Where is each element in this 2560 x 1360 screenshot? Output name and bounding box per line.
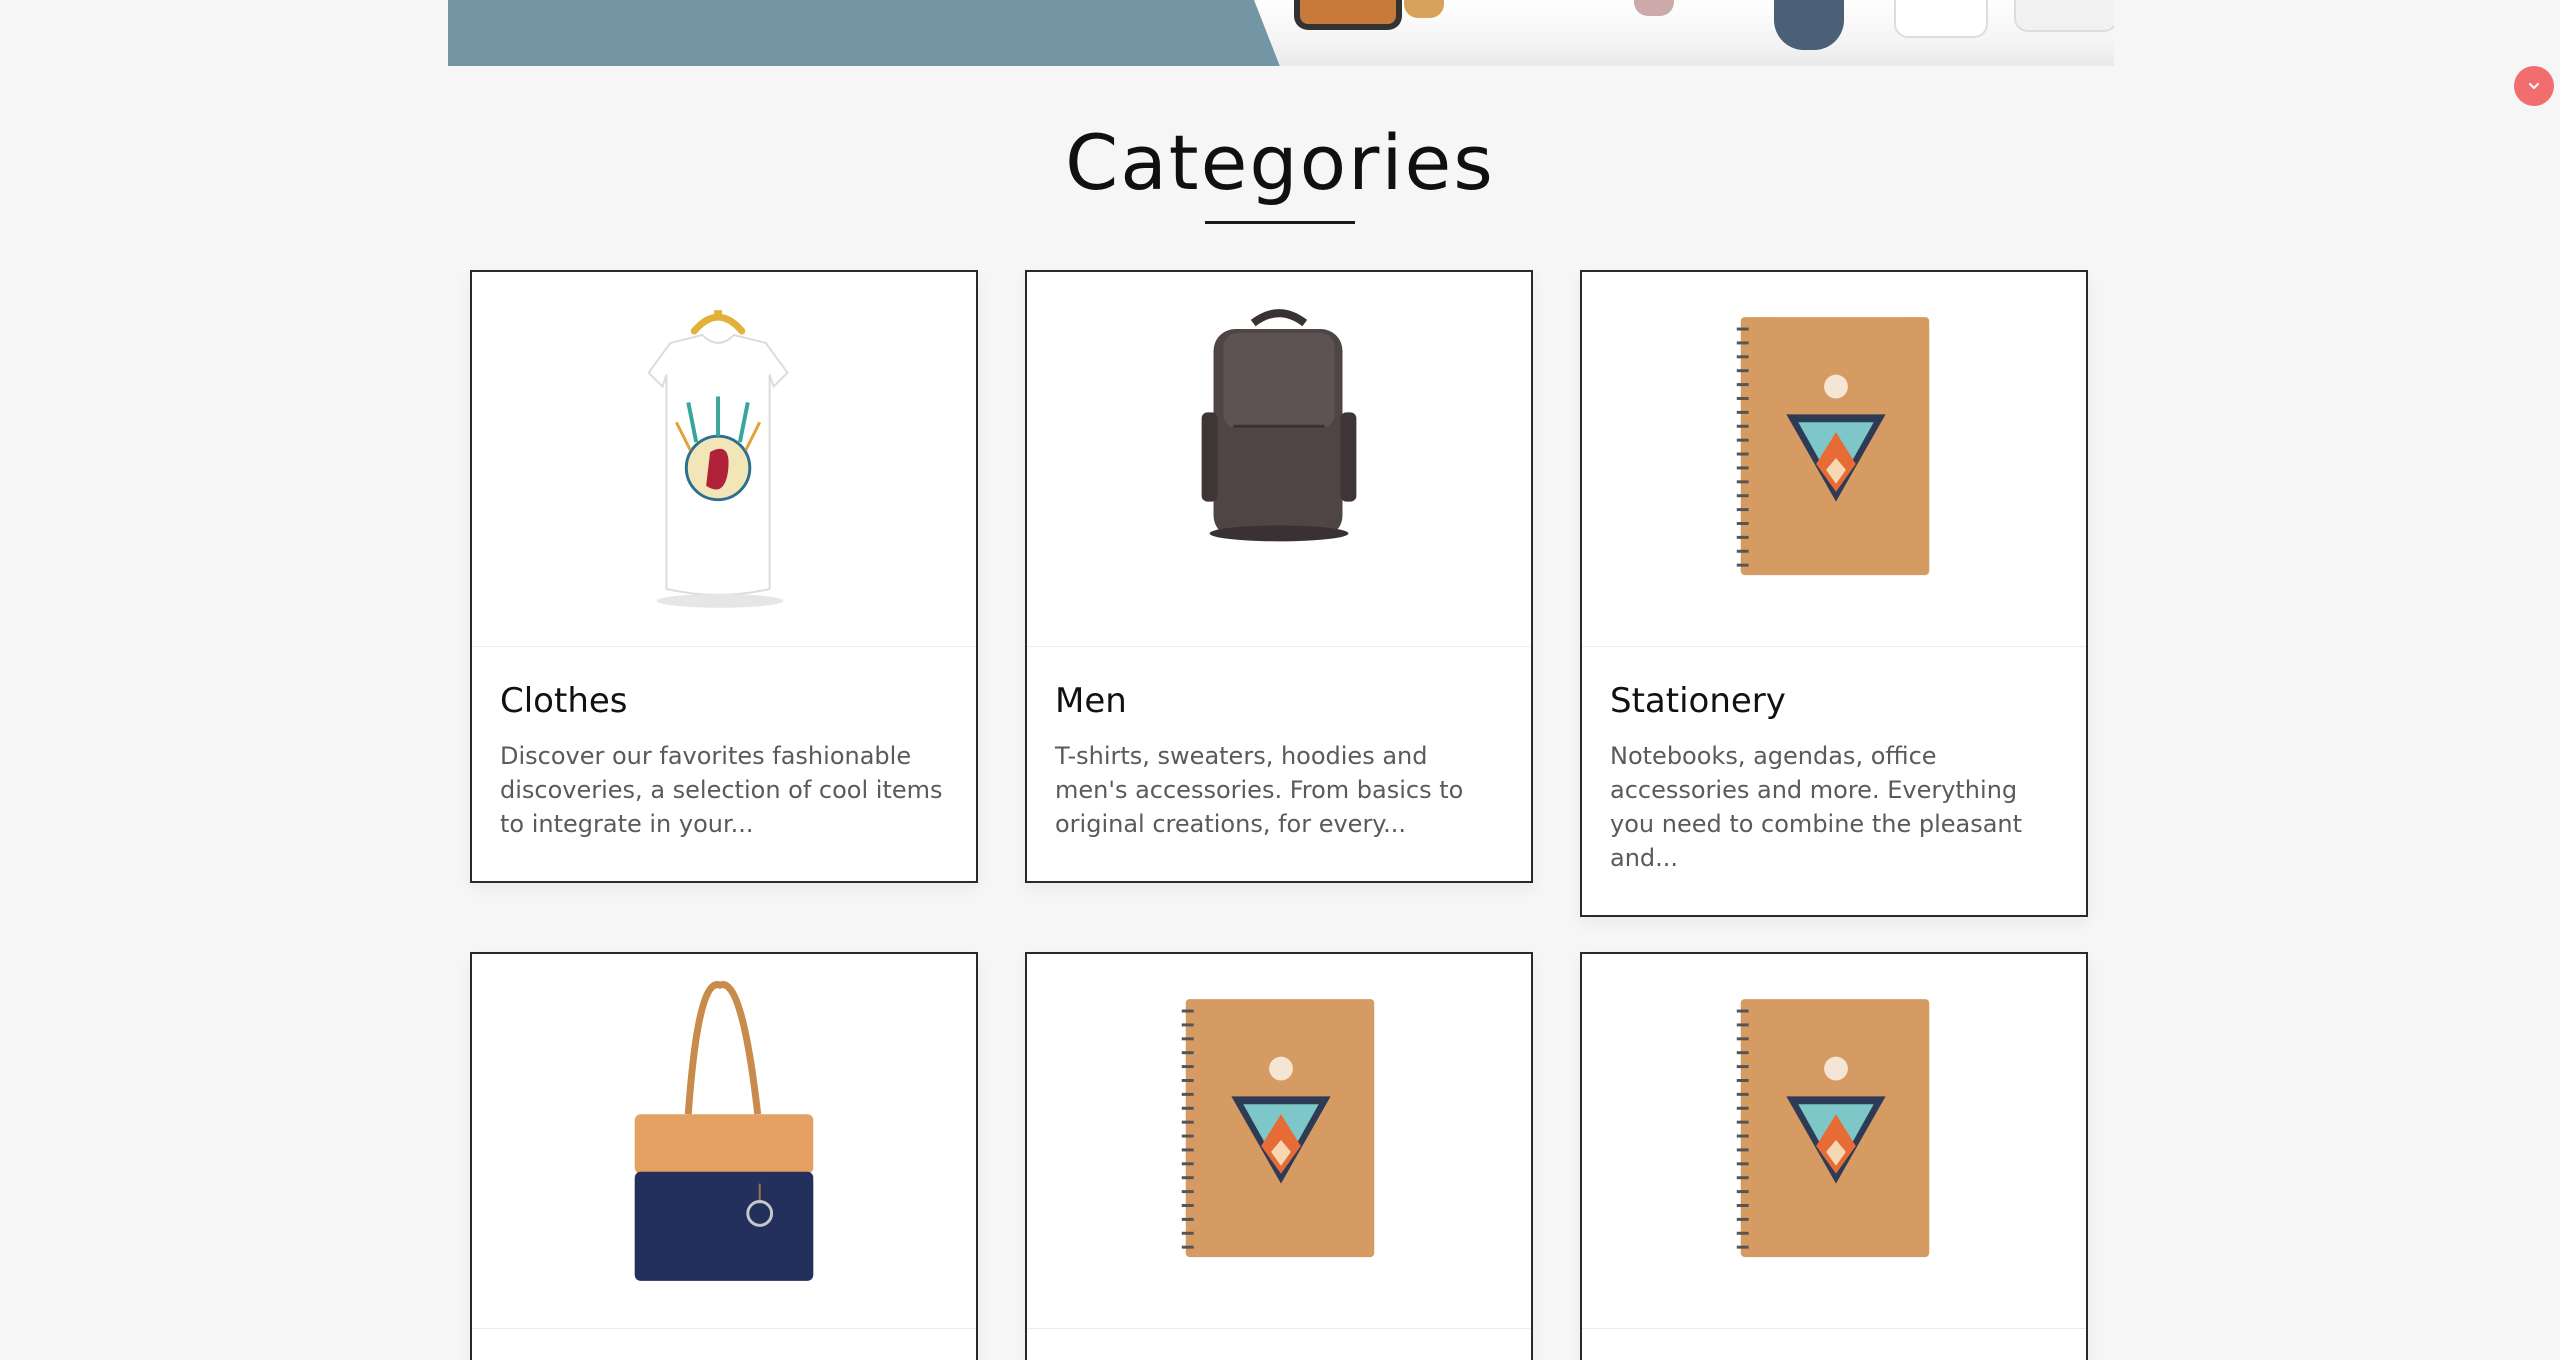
category-card-5[interactable] bbox=[1025, 952, 1533, 1360]
card-title[interactable]: Stationery bbox=[1610, 681, 2058, 721]
card-description: Discover our favorites fashionable disco… bbox=[500, 742, 943, 838]
card-description: Notebooks, agendas, office accessories a… bbox=[1610, 742, 2023, 872]
backpack-image bbox=[1201, 309, 1357, 542]
card-title[interactable]: Clothes bbox=[500, 681, 948, 721]
category-card-6[interactable] bbox=[1580, 952, 2088, 1360]
notebook-image bbox=[1736, 999, 1930, 1258]
category-card-stationery[interactable]: Stationery Notebooks, agendas, office ac… bbox=[1580, 270, 2088, 917]
category-image-notebook[interactable] bbox=[1027, 954, 1531, 1329]
hero-shelf-image bbox=[1254, 0, 2114, 66]
card-body bbox=[1027, 1329, 1531, 1360]
page: Categories Clothes Discover our favorite… bbox=[0, 0, 2560, 1360]
scroll-down-button[interactable] bbox=[2514, 66, 2554, 106]
card-title[interactable]: Men bbox=[1055, 681, 1503, 721]
card-body: Men T-shirts, sweaters, hoodies and men'… bbox=[1027, 647, 1531, 881]
category-card-4[interactable] bbox=[470, 952, 978, 1360]
card-body bbox=[1582, 1329, 2086, 1360]
section-title: Categories bbox=[1065, 118, 1495, 207]
category-image-backpack[interactable] bbox=[1027, 272, 1531, 647]
title-underline bbox=[1205, 221, 1355, 224]
card-description: T-shirts, sweaters, hoodies and men's ac… bbox=[1055, 742, 1464, 838]
category-card-clothes[interactable]: Clothes Discover our favorites fashionab… bbox=[470, 270, 978, 883]
notebook-image bbox=[1736, 317, 1930, 576]
hero-banner bbox=[448, 0, 2114, 66]
category-image-notebook[interactable] bbox=[1582, 954, 2086, 1329]
category-image-notebook[interactable] bbox=[1582, 272, 2086, 647]
card-body bbox=[472, 1329, 976, 1360]
chevron-down-icon bbox=[2529, 83, 2539, 89]
category-card-men[interactable]: Men T-shirts, sweaters, hoodies and men'… bbox=[1025, 270, 1533, 883]
card-body: Clothes Discover our favorites fashionab… bbox=[472, 647, 976, 881]
card-body: Stationery Notebooks, agendas, office ac… bbox=[1582, 647, 2086, 915]
notebook-image bbox=[1181, 999, 1375, 1258]
category-image-tote-bag[interactable] bbox=[472, 954, 976, 1329]
category-image-tshirt[interactable] bbox=[472, 272, 976, 647]
tote-bag-image bbox=[634, 981, 814, 1281]
tshirt-image bbox=[647, 310, 789, 608]
